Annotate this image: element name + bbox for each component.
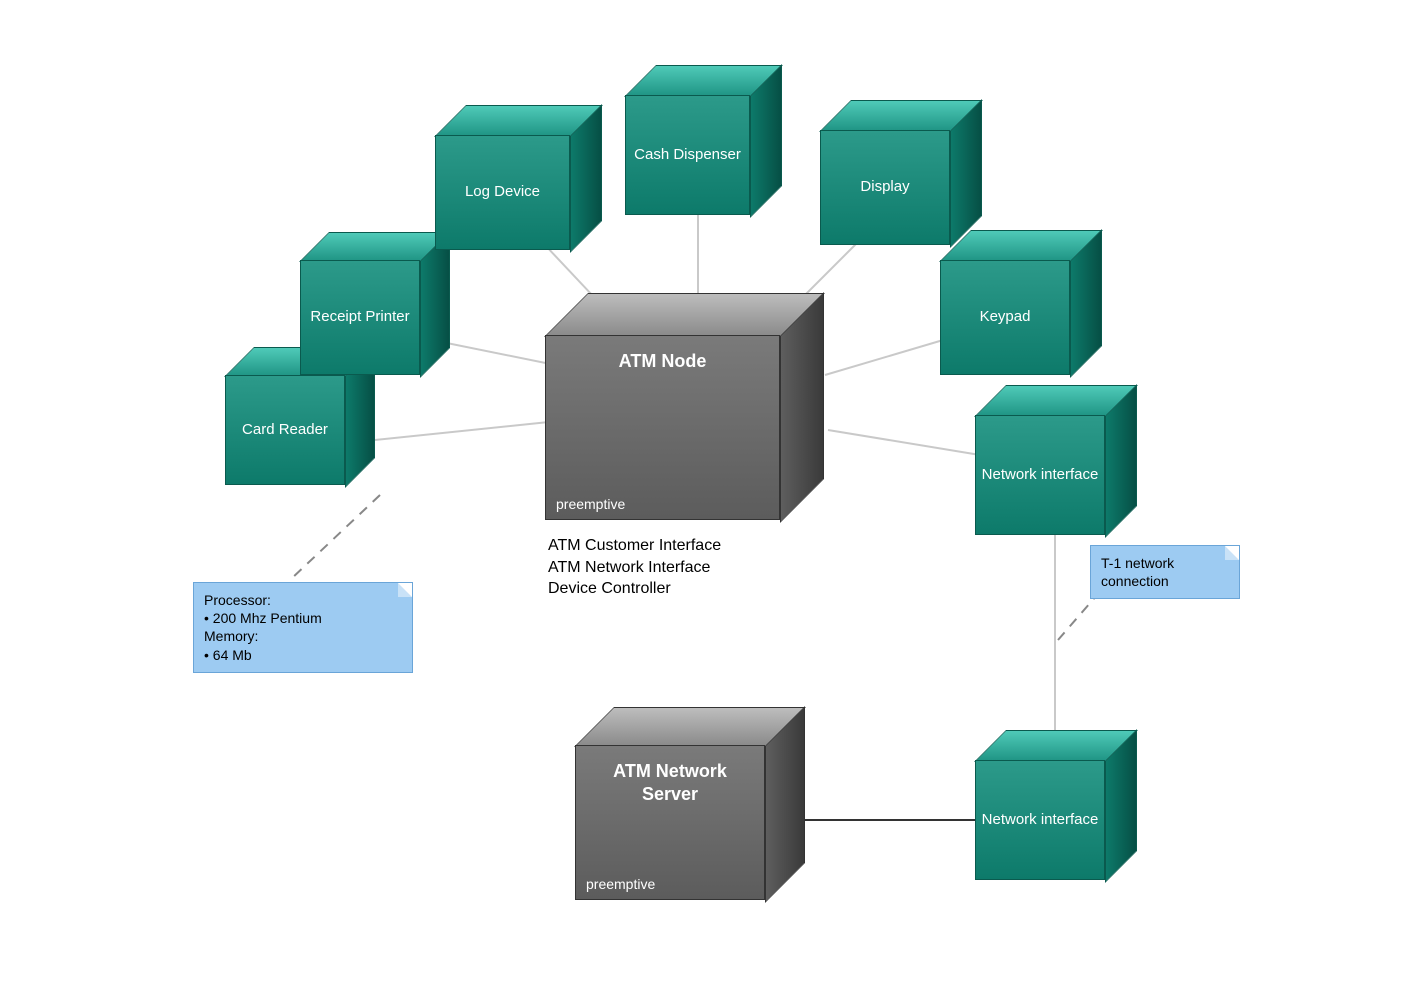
note-t1-connection: T-1 network connection — [1090, 545, 1240, 599]
title: ATM Network Server — [580, 760, 760, 805]
title: ATM Node — [550, 350, 775, 373]
label: Card Reader — [242, 421, 328, 440]
label: Cash Dispenser — [634, 146, 741, 165]
label: Log Device — [465, 183, 540, 202]
tag: preemptive — [556, 496, 625, 514]
label: Display — [860, 178, 909, 197]
deployment-diagram: Card Reader Receipt Printer Log Device C… — [0, 0, 1414, 994]
label: Receipt Printer — [310, 308, 409, 327]
atm-node-caption: ATM Customer Interface ATM Network Inter… — [548, 535, 721, 600]
tag: preemptive — [586, 876, 655, 894]
label: Network interface — [982, 466, 1099, 485]
label: Network interface — [982, 811, 1099, 830]
note-processor: Processor: • 200 Mhz Pentium Memory: • 6… — [193, 582, 413, 673]
label: Keypad — [980, 308, 1031, 327]
